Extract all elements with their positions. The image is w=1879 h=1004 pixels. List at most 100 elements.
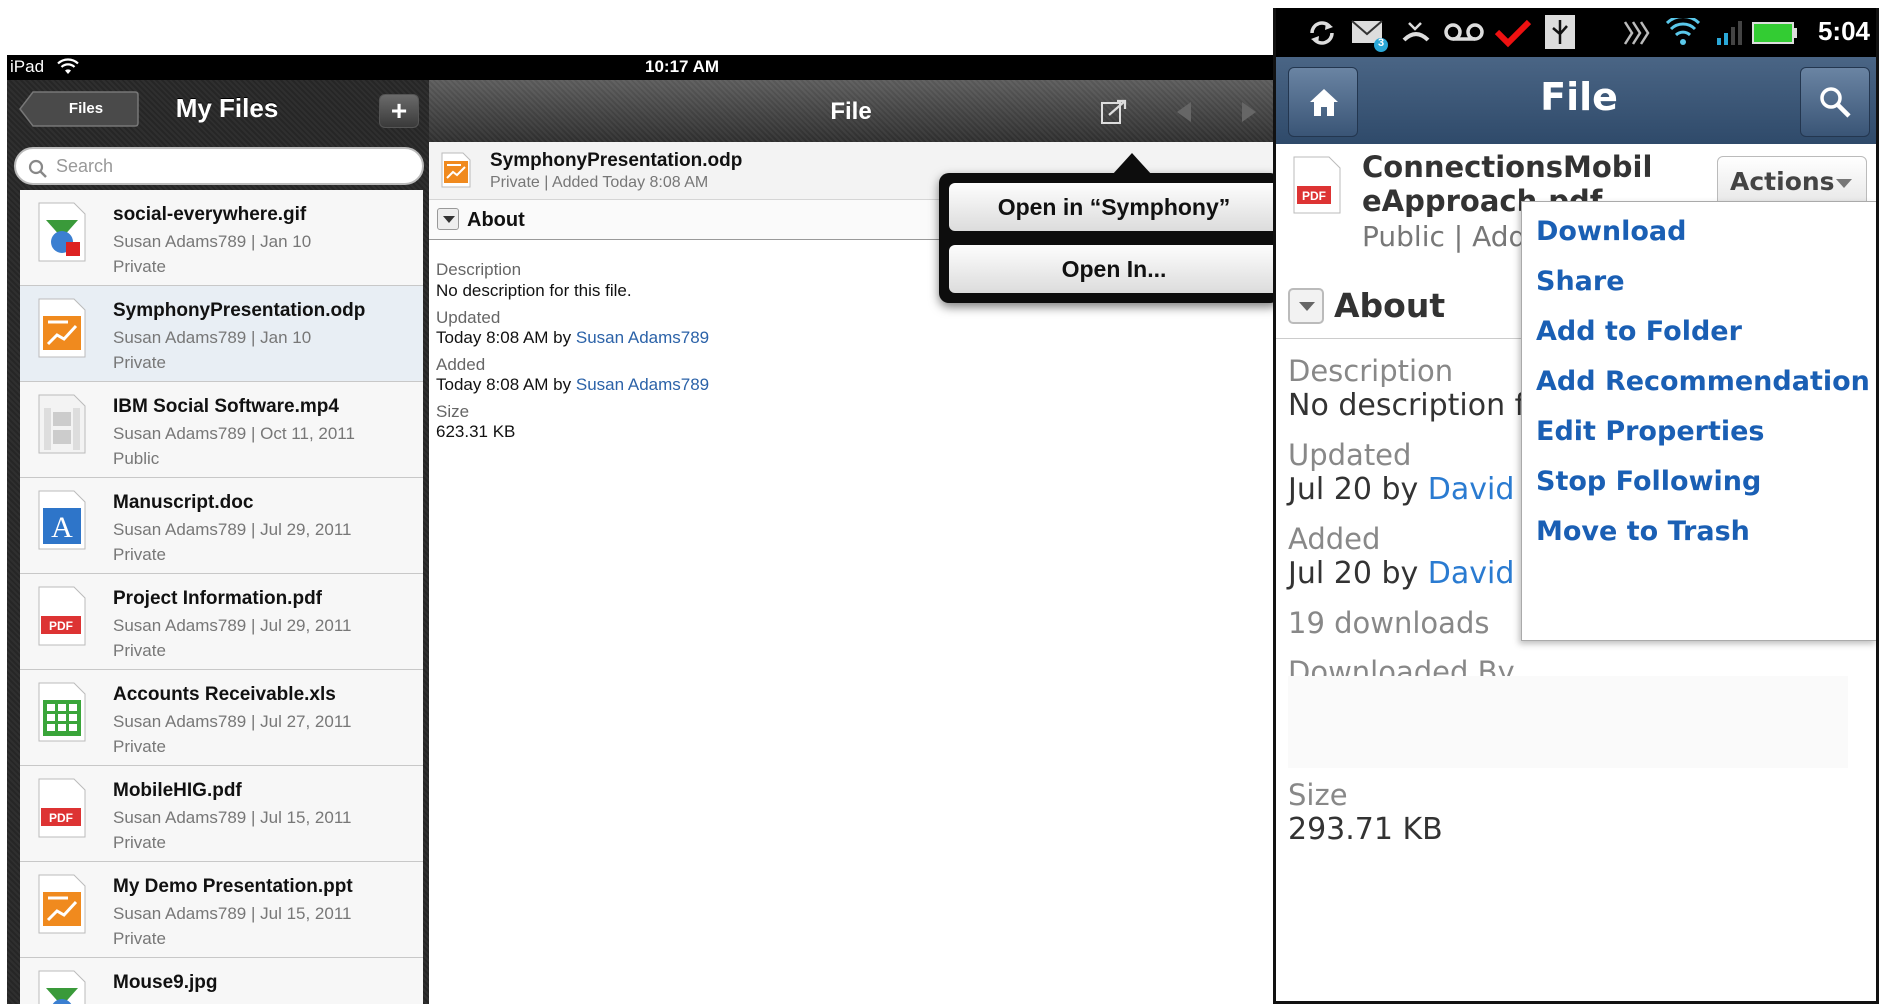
- svg-text:PDF: PDF: [49, 811, 73, 825]
- file-row[interactable]: My Demo Presentation.ppt Susan Adams789 |…: [20, 862, 423, 958]
- svg-text:PDF: PDF: [49, 619, 73, 633]
- android-about-label: About: [1334, 286, 1446, 325]
- menu-item-download[interactable]: Download: [1536, 216, 1686, 247]
- file-row-meta: Susan Adams789 | Jan 10: [113, 328, 312, 347]
- updated-user-link[interactable]: Susan Adams789: [576, 328, 709, 347]
- about-collapse-toggle[interactable]: [1288, 288, 1324, 324]
- sidebar-nav-bar: Files My Files +: [7, 80, 429, 142]
- open-in-icon[interactable]: [1099, 98, 1129, 131]
- android-description-label: Description: [1288, 354, 1454, 388]
- updated-prefix: Today 8:08 AM by: [436, 328, 576, 347]
- file-row-visibility: Private: [113, 833, 166, 852]
- menu-item-stop-following[interactable]: Stop Following: [1536, 466, 1761, 497]
- updated-label: Updated: [436, 308, 501, 327]
- search-button[interactable]: [1800, 67, 1870, 137]
- file-row-meta: Susan Adams789 | Jul 15, 2011: [113, 808, 352, 827]
- voicemail-icon: [1444, 22, 1484, 47]
- file-name-line-1: ConnectionsMobil: [1362, 150, 1653, 184]
- pdf-file-icon: PDF: [38, 778, 86, 838]
- file-row[interactable]: Accounts Receivable.xls Susan Adams789 | …: [20, 670, 423, 766]
- file-row[interactable]: Mouse9.jpg: [20, 958, 423, 1004]
- status-clock: 10:17 AM: [645, 57, 720, 76]
- file-row-visibility: Private: [113, 929, 166, 948]
- cell-signal-icon: [1716, 20, 1744, 51]
- menu-item-add-to-folder[interactable]: Add to Folder: [1536, 316, 1742, 347]
- menu-item-edit-properties[interactable]: Edit Properties: [1536, 416, 1765, 447]
- file-row[interactable]: IBM Social Software.mp4 Susan Adams789 | …: [20, 382, 423, 478]
- data-activity-icon: [1622, 20, 1652, 51]
- file-row[interactable]: PDF Project Information.pdf Susan Adams789…: [20, 574, 423, 670]
- search-input[interactable]: Search: [14, 147, 424, 185]
- android-title: File: [1540, 75, 1618, 119]
- file-row[interactable]: SymphonyPresentation.odp Susan Adams789 |…: [20, 286, 423, 382]
- next-icon[interactable]: [1239, 100, 1259, 129]
- file-row-name: IBM Social Software.mp4: [113, 396, 339, 417]
- actions-menu: Download Share Add to Folder Add Recommenda…: [1521, 201, 1876, 641]
- description-value: No description for this file.: [436, 281, 632, 300]
- android-updated-label: Updated: [1288, 438, 1412, 472]
- detail-title: File: [830, 98, 872, 125]
- document-file-icon: A: [38, 490, 86, 550]
- pdf-file-icon: PDF: [38, 586, 86, 646]
- file-row-meta: Susan Adams789 | Jul 29, 2011: [113, 520, 352, 539]
- downloads-count: 19 downloads: [1288, 606, 1490, 640]
- file-row-name: Mouse9.jpg: [113, 972, 218, 993]
- added-value: Today 8:08 AM by Susan Adams789: [436, 375, 709, 395]
- description-label: Description: [436, 260, 522, 279]
- file-row-meta: Susan Adams789 | Jul 15, 2011: [113, 904, 352, 923]
- files-back-button[interactable]: Files: [19, 91, 139, 127]
- file-row-visibility: Private: [113, 257, 166, 276]
- android-size-label: Size: [1288, 778, 1348, 812]
- menu-item-move-to-trash[interactable]: Move to Trash: [1536, 516, 1750, 547]
- collapse-toggle-icon[interactable]: [437, 208, 459, 230]
- android-file-meta: Public | Add: [1362, 220, 1527, 253]
- presentation-file-icon: [441, 152, 471, 193]
- open-in-button[interactable]: Open In...: [949, 245, 1273, 293]
- android-clock: 5:04: [1817, 16, 1870, 46]
- svg-text:PDF: PDF: [1302, 189, 1326, 203]
- pdf-file-icon: PDF: [1293, 156, 1341, 219]
- missed-call-icon: [1401, 20, 1431, 51]
- video-file-icon: [38, 394, 86, 454]
- updated-value: Today 8:08 AM by Susan Adams789: [436, 328, 709, 348]
- android-updated-value: Jul 20 by David: [1288, 472, 1514, 507]
- file-row[interactable]: A Manuscript.doc Susan Adams789 | Jul 29, …: [20, 478, 423, 574]
- mail-badge: 3: [1378, 37, 1385, 49]
- size-value: 623.31 KB: [436, 422, 516, 441]
- presentation-file-icon: [38, 874, 86, 934]
- file-row[interactable]: PDF MobileHIG.pdf Susan Adams789 | Jul 15,…: [20, 766, 423, 862]
- svg-text:A: A: [51, 511, 73, 544]
- file-list: social-everywhere.gif Susan Adams789 | Ja…: [20, 190, 423, 1004]
- menu-item-share[interactable]: Share: [1536, 266, 1625, 297]
- search-icon: [28, 156, 48, 190]
- image-file-icon: [38, 202, 86, 262]
- search-icon: [1820, 87, 1851, 118]
- file-row-meta: Susan Adams789 | Jul 27, 2011: [113, 712, 352, 731]
- sync-icon: [1306, 18, 1338, 53]
- added-label: Added: [436, 355, 486, 374]
- open-in-symphony-button[interactable]: Open in “Symphony”: [949, 183, 1273, 231]
- file-row-name: My Demo Presentation.ppt: [113, 876, 353, 897]
- previous-icon[interactable]: [1174, 100, 1194, 129]
- ipad-status-bar: iPad 10:17 AM: [7, 55, 1273, 80]
- red-missed-call-icon: [1494, 18, 1532, 55]
- wifi-signal-icon: [1665, 15, 1701, 51]
- files-sidebar: Files My Files + Search social-everywher…: [7, 80, 429, 1004]
- spreadsheet-file-icon: [38, 682, 86, 742]
- menu-item-add-recommendation[interactable]: Add Recommendation: [1536, 366, 1870, 397]
- added-user-link[interactable]: Susan Adams789: [576, 375, 709, 394]
- image-file-icon: [38, 970, 86, 1004]
- file-row-meta: Susan Adams789 | Jan 10: [113, 232, 312, 251]
- file-row[interactable]: social-everywhere.gif Susan Adams789 | Ja…: [20, 190, 423, 286]
- add-file-button[interactable]: +: [379, 94, 419, 128]
- android-screen: 3 5:04 File PDF ConnectionsMobil eApproa…: [1273, 8, 1879, 1004]
- file-row-name: social-everywhere.gif: [113, 204, 307, 225]
- android-updated-user-link[interactable]: David: [1428, 472, 1515, 507]
- size-label: Size: [436, 402, 470, 421]
- android-action-bar: File: [1276, 57, 1876, 144]
- file-row-visibility: Private: [113, 737, 166, 756]
- downloaded-by-list: [1288, 676, 1848, 768]
- file-row-name: Manuscript.doc: [113, 492, 254, 513]
- android-added-user-link[interactable]: David: [1428, 556, 1515, 591]
- file-row-visibility: Public: [113, 449, 160, 468]
